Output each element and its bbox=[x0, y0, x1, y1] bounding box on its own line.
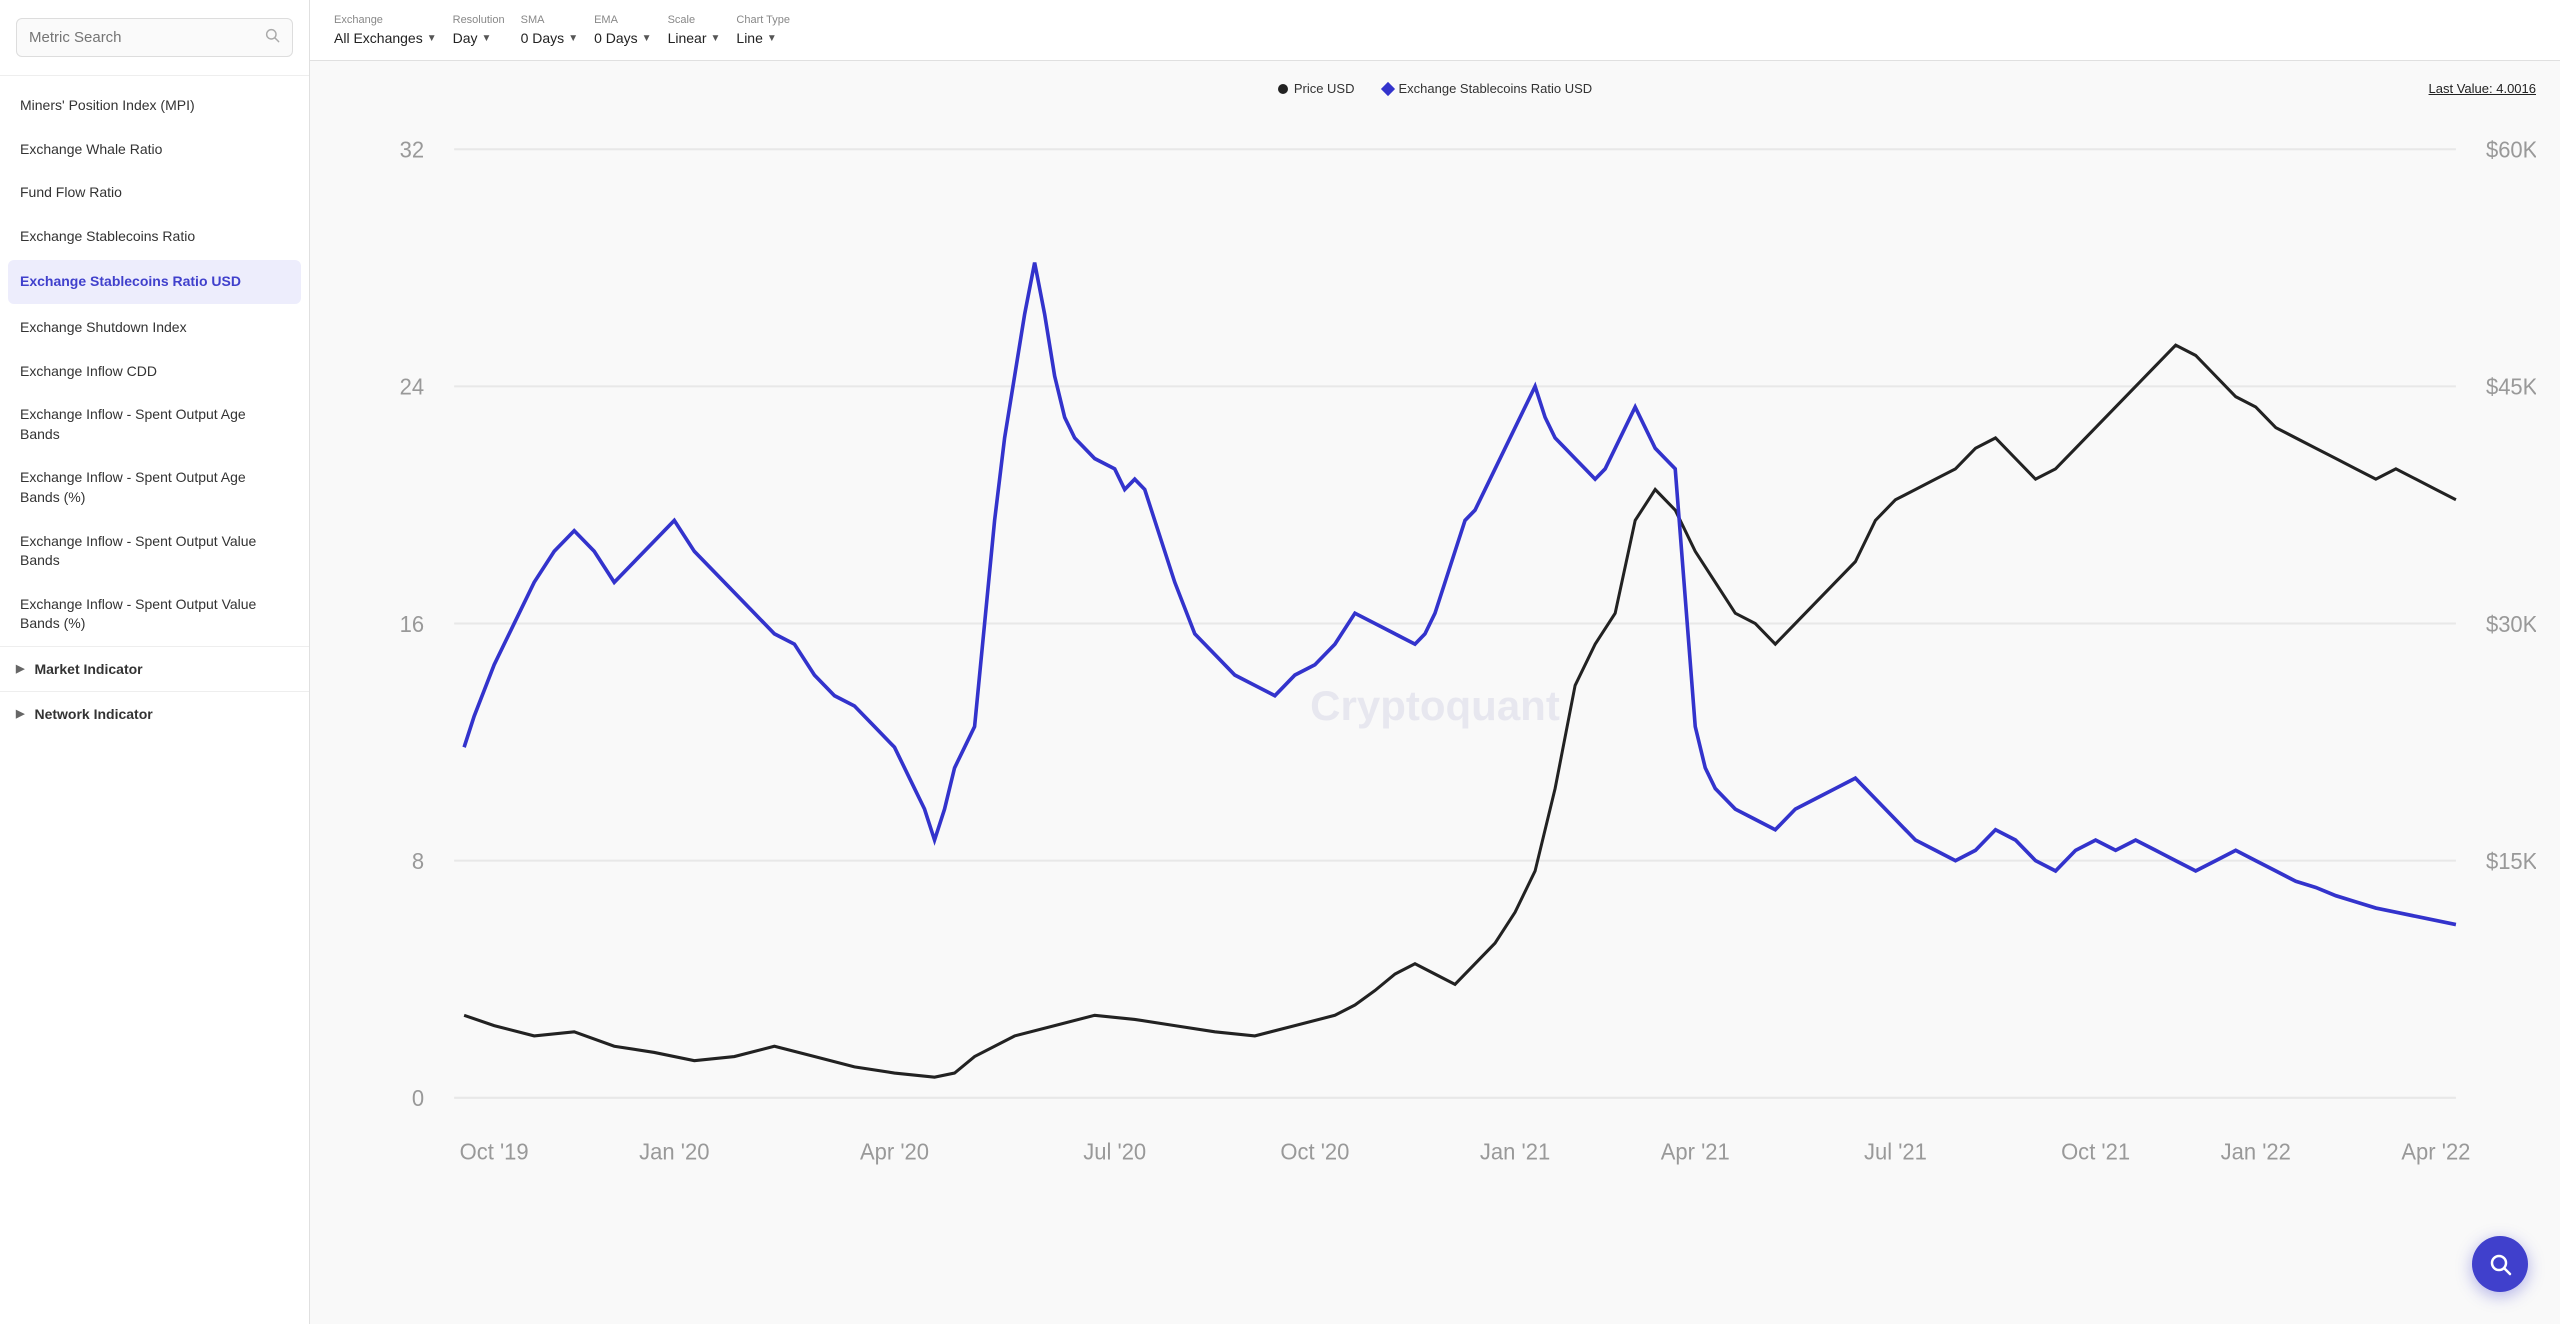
controls-bar: Exchange All Exchanges ▼ Resolution Day … bbox=[310, 0, 2560, 61]
legend-price: Price USD bbox=[1278, 81, 1355, 96]
sidebar-item-exchange-inflow-spent-age-bands[interactable]: Exchange Inflow - Spent Output Age Bands bbox=[0, 393, 309, 456]
x-apr21: Apr '21 bbox=[1661, 1139, 1730, 1164]
ratio-line bbox=[464, 263, 2456, 925]
exchange-value: All Exchanges bbox=[334, 30, 423, 46]
legend-ratio: Exchange Stablecoins Ratio USD bbox=[1383, 81, 1593, 96]
exchange-select[interactable]: All Exchanges ▼ bbox=[334, 30, 437, 46]
search-input[interactable] bbox=[29, 29, 264, 46]
search-icon bbox=[264, 27, 280, 48]
scale-value: Linear bbox=[668, 30, 707, 46]
scale-label: Scale bbox=[668, 14, 721, 26]
exchange-label: Exchange bbox=[334, 14, 437, 26]
chart-legend: Price USD Exchange Stablecoins Ratio USD… bbox=[334, 81, 2536, 96]
chart-svg: 0 8 16 24 32 $15K $30K $45K $60K Oct '19… bbox=[334, 108, 2536, 1304]
arrow-icon: ▶ bbox=[16, 707, 24, 720]
resolution-select[interactable]: Day ▼ bbox=[453, 30, 505, 46]
sidebar-section-market-indicator[interactable]: ▶Market Indicator bbox=[0, 646, 309, 691]
y-axis-r-30k: $30K bbox=[2486, 611, 2536, 636]
fab-search-icon bbox=[2488, 1252, 2512, 1276]
chart-type-label: Chart Type bbox=[736, 14, 790, 26]
sidebar-item-exchange-inflow-cdd[interactable]: Exchange Inflow CDD bbox=[0, 350, 309, 394]
ema-value: 0 Days bbox=[594, 30, 638, 46]
ema-chevron-icon: ▼ bbox=[642, 33, 652, 44]
y-axis-r-15k: $15K bbox=[2486, 849, 2536, 874]
scale-chevron-icon: ▼ bbox=[711, 33, 721, 44]
sidebar-item-exchange-inflow-spent-age-bands-pct[interactable]: Exchange Inflow - Spent Output Age Bands… bbox=[0, 456, 309, 519]
scale-control: Scale Linear ▼ bbox=[668, 14, 721, 46]
ema-select[interactable]: 0 Days ▼ bbox=[594, 30, 651, 46]
chart-type-control: Chart Type Line ▼ bbox=[736, 14, 790, 46]
fab-search-button[interactable] bbox=[2472, 1236, 2528, 1292]
exchange-control: Exchange All Exchanges ▼ bbox=[334, 14, 437, 46]
x-jan21: Jan '21 bbox=[1480, 1139, 1550, 1164]
x-apr20: Apr '20 bbox=[860, 1139, 929, 1164]
y-axis-0: 0 bbox=[412, 1086, 424, 1111]
x-oct21: Oct '21 bbox=[2061, 1139, 2130, 1164]
resolution-value: Day bbox=[453, 30, 478, 46]
sidebar-section-network-indicator[interactable]: ▶Network Indicator bbox=[0, 691, 309, 736]
x-oct20: Oct '20 bbox=[1280, 1139, 1349, 1164]
ema-label: EMA bbox=[594, 14, 651, 26]
sidebar-item-miners-position-index[interactable]: Miners' Position Index (MPI) bbox=[0, 84, 309, 128]
x-jan22: Jan '22 bbox=[2221, 1139, 2291, 1164]
main-content: Exchange All Exchanges ▼ Resolution Day … bbox=[310, 0, 2560, 1324]
resolution-control: Resolution Day ▼ bbox=[453, 14, 505, 46]
exchange-chevron-icon: ▼ bbox=[427, 33, 437, 44]
sidebar: Miners' Position Index (MPI)Exchange Wha… bbox=[0, 0, 310, 1324]
chart-type-select[interactable]: Line ▼ bbox=[736, 30, 790, 46]
chart-area: Price USD Exchange Stablecoins Ratio USD… bbox=[310, 61, 2560, 1324]
sidebar-list: Miners' Position Index (MPI)Exchange Wha… bbox=[0, 76, 309, 1324]
y-axis-r-45k: $45K bbox=[2486, 374, 2536, 399]
y-axis-r-60k: $60K bbox=[2486, 137, 2536, 162]
x-apr22: Apr '22 bbox=[2401, 1139, 2470, 1164]
price-icon bbox=[1278, 84, 1288, 94]
y-axis-32: 32 bbox=[400, 137, 424, 162]
x-jul20: Jul '20 bbox=[1083, 1139, 1146, 1164]
sidebar-item-exchange-shutdown-index[interactable]: Exchange Shutdown Index bbox=[0, 306, 309, 350]
y-axis-16: 16 bbox=[400, 611, 424, 636]
scale-select[interactable]: Linear ▼ bbox=[668, 30, 721, 46]
sma-label: SMA bbox=[521, 14, 578, 26]
y-axis-24: 24 bbox=[400, 374, 424, 399]
chart-type-chevron-icon: ▼ bbox=[767, 33, 777, 44]
last-value: Last Value: 4.0016 bbox=[2429, 81, 2536, 96]
sma-select[interactable]: 0 Days ▼ bbox=[521, 30, 578, 46]
sidebar-item-exchange-inflow-spent-value-bands[interactable]: Exchange Inflow - Spent Output Value Ban… bbox=[0, 520, 309, 583]
sma-control: SMA 0 Days ▼ bbox=[521, 14, 578, 46]
sidebar-item-exchange-whale-ratio[interactable]: Exchange Whale Ratio bbox=[0, 128, 309, 172]
resolution-label: Resolution bbox=[453, 14, 505, 26]
chart-wrapper: Cryptoquant 0 8 16 24 32 $15K $30K $45K … bbox=[334, 108, 2536, 1304]
price-line bbox=[464, 345, 2456, 1077]
arrow-icon: ▶ bbox=[16, 662, 24, 675]
sma-chevron-icon: ▼ bbox=[568, 33, 578, 44]
y-axis-8: 8 bbox=[412, 849, 424, 874]
price-label: Price USD bbox=[1294, 81, 1355, 96]
sidebar-item-exchange-stablecoins-ratio-usd[interactable]: Exchange Stablecoins Ratio USD bbox=[8, 260, 301, 304]
ratio-icon bbox=[1380, 81, 1394, 95]
x-jan20: Jan '20 bbox=[639, 1139, 709, 1164]
ratio-label: Exchange Stablecoins Ratio USD bbox=[1399, 81, 1593, 96]
sma-value: 0 Days bbox=[521, 30, 565, 46]
x-jul21: Jul '21 bbox=[1864, 1139, 1927, 1164]
sidebar-item-exchange-inflow-spent-value-bands-pct[interactable]: Exchange Inflow - Spent Output Value Ban… bbox=[0, 583, 309, 646]
x-oct19: Oct '19 bbox=[460, 1139, 529, 1164]
search-container bbox=[0, 0, 309, 76]
sidebar-item-exchange-stablecoins-ratio[interactable]: Exchange Stablecoins Ratio bbox=[0, 215, 309, 259]
ema-control: EMA 0 Days ▼ bbox=[594, 14, 651, 46]
sidebar-item-fund-flow-ratio[interactable]: Fund Flow Ratio bbox=[0, 171, 309, 215]
chart-type-value: Line bbox=[736, 30, 762, 46]
resolution-chevron-icon: ▼ bbox=[482, 33, 492, 44]
search-box[interactable] bbox=[16, 18, 293, 57]
